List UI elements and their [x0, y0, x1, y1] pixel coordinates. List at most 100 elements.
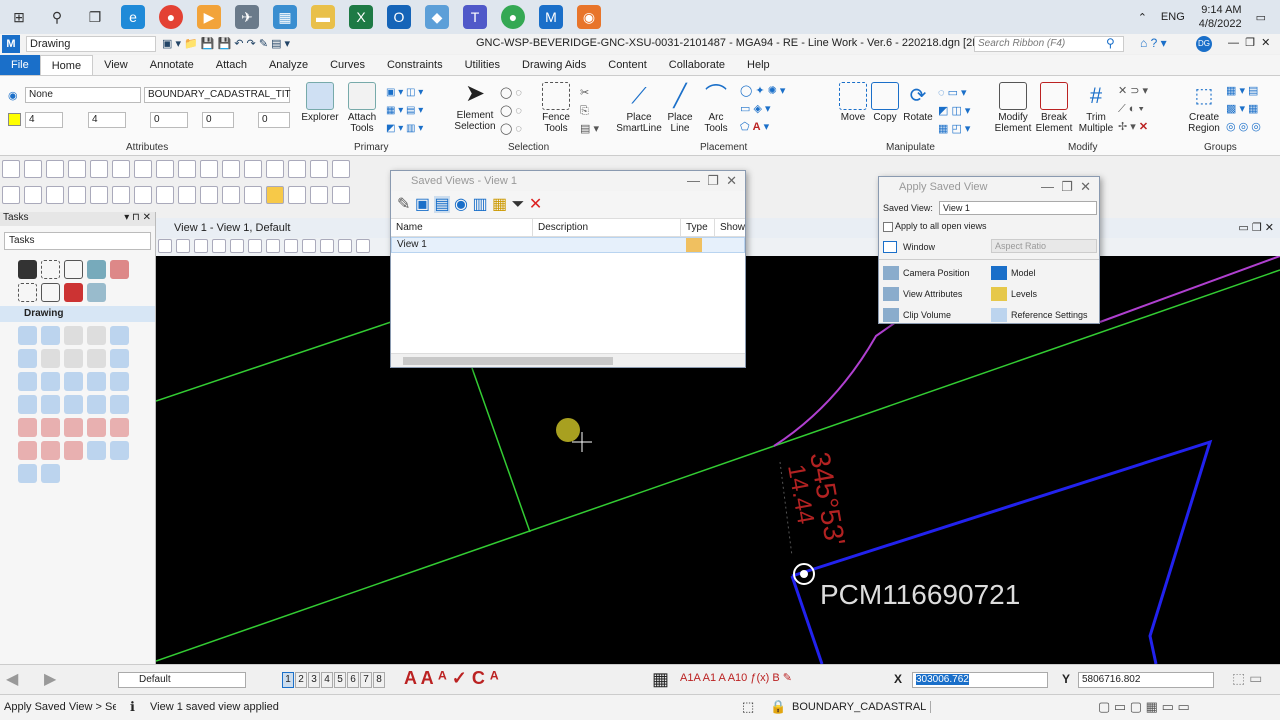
tool-icon[interactable]: [134, 160, 152, 178]
windows-start-icon[interactable]: ⊞: [7, 5, 31, 29]
tool-icon[interactable]: [110, 418, 129, 437]
tool-icon[interactable]: [64, 260, 83, 279]
lock-icon[interactable]: 🔒: [770, 699, 786, 715]
nav-back-icon[interactable]: ◀: [6, 669, 18, 689]
edit-icon[interactable]: ✎: [397, 196, 410, 213]
apply-all-checkbox[interactable]: [883, 222, 893, 232]
view-button[interactable]: 1: [282, 672, 294, 688]
tool-icon[interactable]: [110, 349, 129, 368]
tool-icon[interactable]: [222, 160, 240, 178]
apply-icon[interactable]: ▤: [434, 196, 450, 213]
tool-icon[interactable]: [356, 239, 370, 253]
break-element-button[interactable]: Break Element: [1034, 82, 1074, 134]
tool-icon[interactable]: [18, 372, 37, 391]
reference-icon[interactable]: [991, 308, 1007, 322]
tool-icon[interactable]: [64, 395, 83, 414]
properties-icon[interactable]: ◉: [454, 196, 468, 213]
tool-icon[interactable]: [266, 186, 284, 204]
manipulate-small-icons[interactable]: ◌ ▭ ▾ ◩ ◫ ▾ ▦ ◰ ▾: [938, 84, 970, 138]
tool-icon[interactable]: [320, 239, 334, 253]
tool-icon[interactable]: [112, 160, 130, 178]
move-button[interactable]: Move: [838, 82, 868, 123]
arc-tools-button[interactable]: ⌒ Arc Tools: [698, 82, 734, 134]
store-icon[interactable]: ▦: [273, 5, 297, 29]
view-button[interactable]: 3: [308, 672, 320, 688]
window-controls[interactable]: — ❐ ✕: [1228, 36, 1270, 49]
search-ribbon-input[interactable]: Search Ribbon (F4): [974, 36, 1124, 52]
language-indicator[interactable]: ENG: [1161, 11, 1185, 23]
tool-icon[interactable]: [2, 186, 20, 204]
tool-icon[interactable]: [112, 186, 130, 204]
tool-icon[interactable]: [158, 239, 172, 253]
selection-small-icons[interactable]: ◯ ◌ ◯ ◌ ◯ ◌: [500, 84, 522, 138]
trim-multiple-button[interactable]: # Trim Multiple: [1076, 82, 1116, 134]
tool-icon[interactable]: [178, 186, 196, 204]
model-select[interactable]: Default: [118, 672, 246, 688]
tool-icon[interactable]: [18, 326, 37, 345]
camera-icon[interactable]: [883, 266, 899, 280]
tool-icon[interactable]: [266, 160, 284, 178]
tool-icon[interactable]: [87, 395, 106, 414]
tab-home[interactable]: Home: [39, 55, 94, 75]
tab-view[interactable]: View: [93, 55, 139, 75]
tool-icon[interactable]: [41, 326, 60, 345]
tool-icon[interactable]: [288, 160, 306, 178]
color-swatch[interactable]: [8, 113, 21, 126]
search-icon[interactable]: ⚲: [1106, 36, 1115, 50]
text-tools-icons[interactable]: A A ᴬ ✓ C ᴬ: [404, 668, 499, 689]
column-header[interactable]: Name: [391, 219, 533, 236]
view-button[interactable]: 6: [347, 672, 359, 688]
quick-access-toolbar[interactable]: ▣ ▾ 📁 💾 💾 ↶ ↷ ✎ ▤ ▾: [162, 37, 290, 50]
view-button[interactable]: 7: [360, 672, 372, 688]
export-icon[interactable]: ▥: [472, 196, 487, 213]
tool-icon[interactable]: [41, 395, 60, 414]
tool-icon[interactable]: [41, 441, 60, 460]
tab-analyze[interactable]: Analyze: [258, 55, 319, 75]
tool-icon[interactable]: [41, 372, 60, 391]
tool-icon[interactable]: [87, 326, 106, 345]
view-button[interactable]: 2: [295, 672, 307, 688]
class-select[interactable]: 0: [202, 112, 234, 128]
tab-content[interactable]: Content: [597, 55, 658, 75]
modify-element-button[interactable]: Modify Element: [994, 82, 1032, 134]
tool-icon[interactable]: [41, 349, 60, 368]
notification-icon[interactable]: ▭: [1256, 11, 1266, 24]
tab-constraints[interactable]: Constraints: [376, 55, 454, 75]
horizontal-scrollbar[interactable]: [391, 353, 745, 367]
tool-icon[interactable]: [41, 464, 60, 483]
tool-icon[interactable]: [24, 160, 42, 178]
clipboard-icons[interactable]: ✂ ⎘ ▤ ▾: [580, 84, 599, 138]
tool-icon[interactable]: [64, 372, 83, 391]
tool-icon[interactable]: [64, 349, 83, 368]
tool-icon[interactable]: [332, 186, 350, 204]
microstation-icon[interactable]: M: [539, 5, 563, 29]
tab-drawing-aids[interactable]: Drawing Aids: [511, 55, 597, 75]
primary-small-icons[interactable]: ▣ ▾ ◫ ▾ ▦ ▾ ▤ ▾ ◩ ▾ ▥ ▾: [386, 84, 423, 138]
tool-icon[interactable]: [87, 418, 106, 437]
column-header[interactable]: Type: [681, 219, 715, 236]
save-icon[interactable]: ▣: [415, 196, 430, 213]
tool-icon[interactable]: [212, 239, 226, 253]
tab-annotate[interactable]: Annotate: [139, 55, 205, 75]
notes-icon[interactable]: ◆: [425, 5, 449, 29]
accudraw-status-icon[interactable]: ⬚: [742, 699, 754, 715]
tool-icon[interactable]: [46, 160, 64, 178]
tool-icon[interactable]: [338, 239, 352, 253]
tool-icon[interactable]: [230, 239, 244, 253]
level-none-select[interactable]: None: [25, 87, 141, 103]
tool-icon[interactable]: [244, 186, 262, 204]
tab-attach[interactable]: Attach: [205, 55, 258, 75]
tool-icon[interactable]: [24, 186, 42, 204]
tool-icon[interactable]: [302, 239, 316, 253]
tool-icon[interactable]: [248, 239, 262, 253]
window-icon[interactable]: [883, 241, 897, 253]
tool-icon[interactable]: [64, 441, 83, 460]
tool-icon[interactable]: [64, 283, 83, 302]
close-icon[interactable]: — ❐ ✕: [687, 171, 737, 191]
recorder-icon[interactable]: ◉: [577, 5, 601, 29]
tool-icon[interactable]: [46, 186, 64, 204]
placement-small-icons[interactable]: ◯ ✦ ✺ ▾ ▭ ◈ ▾ ⬠ A ▾: [740, 82, 785, 136]
linestyle-select[interactable]: 4: [88, 112, 126, 128]
tool-icon[interactable]: [332, 160, 350, 178]
tool-icon[interactable]: [87, 349, 106, 368]
